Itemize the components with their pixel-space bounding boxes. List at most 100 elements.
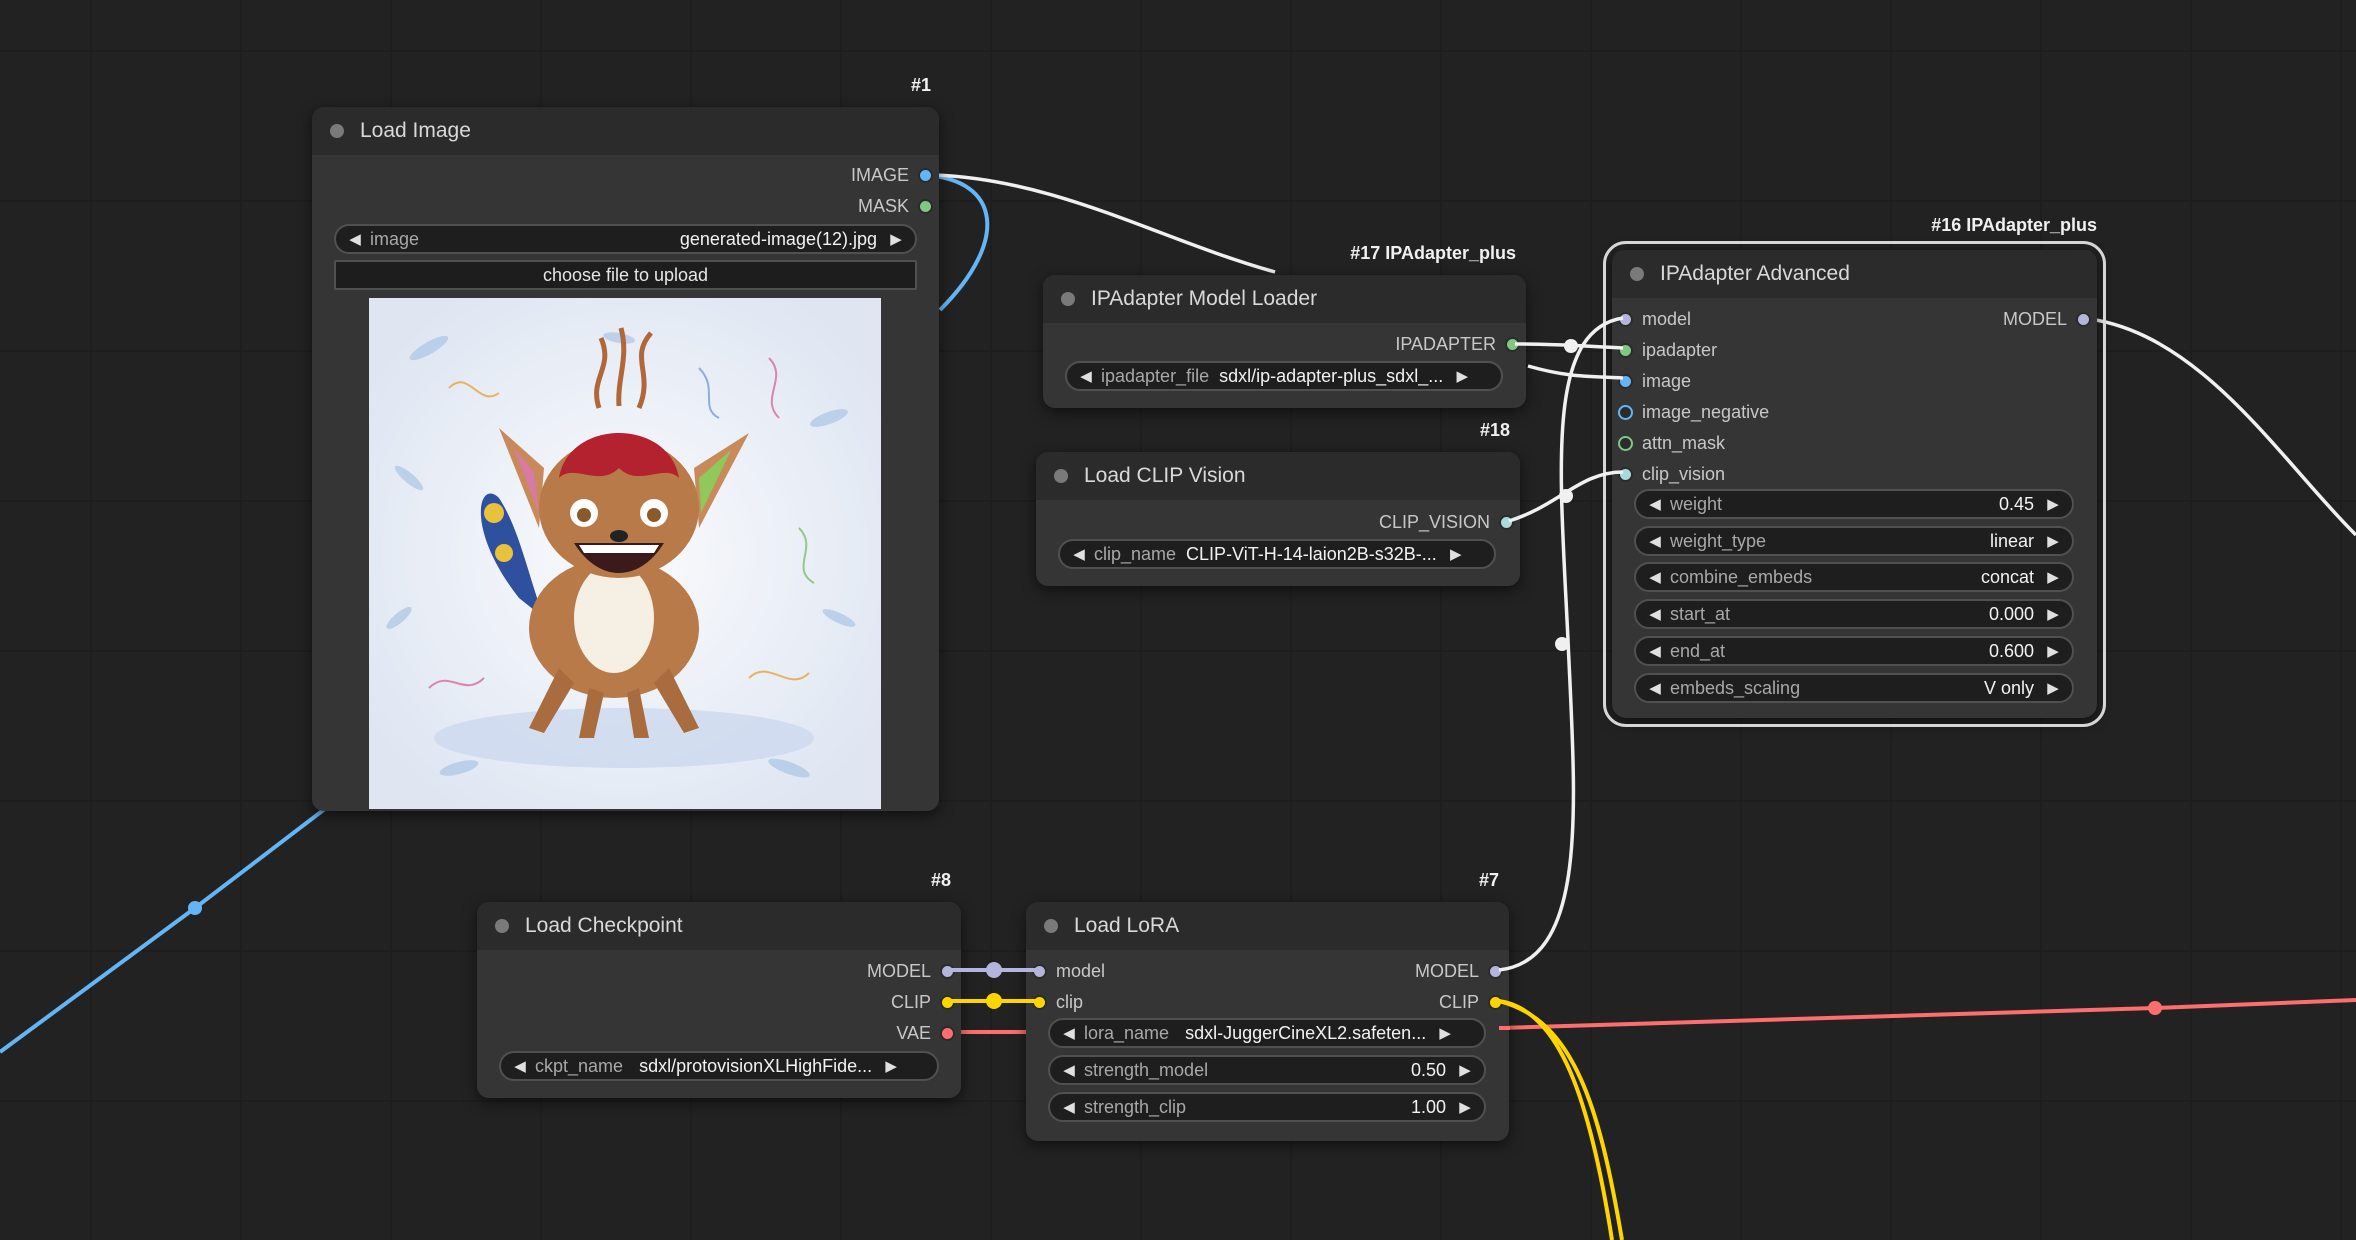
lora-name-widget[interactable]: ◀ lora_name sdxl-JuggerCineXL2.safeten..… (1048, 1018, 1486, 1048)
input-ipadapter-slot[interactable] (1618, 343, 1633, 358)
output-clip-vision-slot[interactable] (1499, 515, 1514, 530)
widget-value: 0.50 (1410, 1059, 1446, 1080)
input-image-slot[interactable] (1618, 374, 1633, 389)
widget-label: ckpt_name (535, 1055, 624, 1076)
widget-value: CLIP-ViT-H-14-laion2B-s32B-... (1186, 543, 1437, 564)
output-clip-slot[interactable] (940, 995, 955, 1010)
choose-file-button[interactable]: choose file to upload (334, 260, 917, 290)
strength-clip-widget[interactable]: ◀ strength_clip 1.00 ▶ (1048, 1092, 1486, 1122)
input-model-slot[interactable] (1618, 312, 1633, 327)
node-title: IPAdapter Advanced (1660, 262, 1850, 285)
node-load-checkpoint[interactable]: #8 Load Checkpoint MODEL CLIP VAE ◀ ckpt… (477, 870, 961, 1098)
start-at-widget[interactable]: ◀ start_at 0.000 ▶ (1634, 599, 2074, 629)
node-load-lora[interactable]: #7 Load LoRA model clip MODEL CLIP ◀ lor… (1026, 870, 1509, 1141)
weight-type-widget[interactable]: ◀ weight_type linear ▶ (1634, 526, 2074, 556)
node-header[interactable]: Load Image (312, 107, 939, 155)
input-model-label: model (1056, 961, 1106, 981)
widget-label: start_at (1670, 603, 1731, 624)
increment-arrow-icon[interactable]: ▶ (2044, 605, 2062, 623)
input-model-slot[interactable] (1032, 964, 1047, 979)
output-model-slot[interactable] (2076, 312, 2091, 327)
node-load-clip-vision[interactable]: #18 Load CLIP Vision CLIP_VISION ◀ clip_… (1036, 420, 1520, 586)
node-load-image[interactable]: #1 Load Image IMAGE MASK ◀ image generat… (312, 75, 939, 811)
node-header[interactable]: Load Checkpoint (477, 902, 961, 950)
decrement-arrow-icon[interactable]: ◀ (1070, 545, 1088, 563)
wire-lora-model-up (1498, 316, 1624, 972)
decrement-arrow-icon[interactable]: ◀ (1646, 642, 1664, 660)
decrement-arrow-icon[interactable]: ◀ (1060, 1061, 1078, 1079)
wire-model-out (2081, 316, 2356, 537)
collapse-dot-icon[interactable] (495, 919, 509, 933)
output-vae-slot[interactable] (940, 1026, 955, 1041)
increment-arrow-icon[interactable]: ▶ (1453, 367, 1471, 385)
node-title: Load Image (360, 119, 471, 142)
decrement-arrow-icon[interactable]: ◀ (1646, 495, 1664, 513)
decrement-arrow-icon[interactable]: ◀ (1646, 679, 1664, 697)
node-header[interactable]: IPAdapter Advanced (1612, 250, 2097, 298)
widget-label: ipadapter_file (1101, 365, 1210, 386)
decrement-arrow-icon[interactable]: ◀ (511, 1057, 529, 1075)
node-ipadapter-model-loader[interactable]: #17 IPAdapter_plus IPAdapter Model Loade… (1043, 243, 1526, 408)
collapse-dot-icon[interactable] (1044, 919, 1058, 933)
combine-embeds-widget[interactable]: ◀ combine_embeds concat ▶ (1634, 562, 2074, 592)
wire-midpoint (986, 993, 1002, 1009)
output-clip-slot[interactable] (1488, 995, 1503, 1010)
output-ipadapter-slot[interactable] (1505, 337, 1520, 352)
output-clip-label: CLIP (890, 992, 931, 1012)
decrement-arrow-icon[interactable]: ◀ (1060, 1098, 1078, 1116)
increment-arrow-icon[interactable]: ▶ (2044, 532, 2062, 550)
decrement-arrow-icon[interactable]: ◀ (346, 230, 364, 248)
output-model-slot[interactable] (940, 964, 955, 979)
weight-widget[interactable]: ◀ weight 0.45 ▶ (1634, 489, 2074, 519)
image-preview (369, 298, 881, 809)
collapse-dot-icon[interactable] (1630, 267, 1644, 281)
wire-image-left (0, 803, 332, 1054)
input-clip-vision-slot[interactable] (1618, 467, 1633, 482)
ckpt-name-widget[interactable]: ◀ ckpt_name sdxl/protovisionXLHighFide..… (499, 1051, 939, 1081)
output-image-slot[interactable] (918, 168, 933, 183)
embeds-scaling-widget[interactable]: ◀ embeds_scaling V only ▶ (1634, 673, 2074, 703)
collapse-dot-icon[interactable] (330, 124, 344, 138)
increment-arrow-icon[interactable]: ▶ (1456, 1061, 1474, 1079)
increment-arrow-icon[interactable]: ▶ (2044, 495, 2062, 513)
image-combo-widget[interactable]: ◀ image generated-image(12).jpg ▶ (334, 224, 917, 254)
widget-value: concat (1980, 566, 2034, 587)
increment-arrow-icon[interactable]: ▶ (882, 1057, 900, 1075)
ipadapter-file-widget[interactable]: ◀ ipadapter_file sdxl/ip-adapter-plus_sd… (1065, 361, 1503, 391)
output-vae-label: VAE (896, 1023, 931, 1043)
decrement-arrow-icon[interactable]: ◀ (1077, 367, 1095, 385)
end-at-widget[interactable]: ◀ end_at 0.600 ▶ (1634, 636, 2074, 666)
input-attn-mask-slot[interactable] (1618, 436, 1633, 451)
increment-arrow-icon[interactable]: ▶ (2044, 568, 2062, 586)
clip-name-widget[interactable]: ◀ clip_name CLIP-ViT-H-14-laion2B-s32B-.… (1058, 539, 1496, 569)
output-model-slot[interactable] (1488, 964, 1503, 979)
node-title: IPAdapter Model Loader (1091, 287, 1318, 310)
output-image-label: IMAGE (850, 165, 909, 185)
collapse-dot-icon[interactable] (1061, 292, 1075, 306)
widget-value: 0.45 (1998, 493, 2034, 514)
decrement-arrow-icon[interactable]: ◀ (1646, 568, 1664, 586)
increment-arrow-icon[interactable]: ▶ (1456, 1098, 1474, 1116)
input-clip-slot[interactable] (1032, 995, 1047, 1010)
decrement-arrow-icon[interactable]: ◀ (1060, 1024, 1078, 1042)
decrement-arrow-icon[interactable]: ◀ (1646, 532, 1664, 550)
increment-arrow-icon[interactable]: ▶ (1447, 545, 1465, 563)
widget-value: V only (1983, 677, 2034, 698)
output-mask-slot[interactable] (918, 199, 933, 214)
decrement-arrow-icon[interactable]: ◀ (1646, 605, 1664, 623)
wire-clip-vision (1508, 470, 1624, 523)
wire-midpoint (1555, 637, 1569, 651)
increment-arrow-icon[interactable]: ▶ (2044, 642, 2062, 660)
collapse-dot-icon[interactable] (1054, 469, 1068, 483)
increment-arrow-icon[interactable]: ▶ (1436, 1024, 1454, 1042)
node-header[interactable]: Load CLIP Vision (1036, 452, 1520, 500)
input-image-negative-slot[interactable] (1618, 405, 1633, 420)
node-title: Load Checkpoint (525, 914, 683, 937)
strength-model-widget[interactable]: ◀ strength_model 0.50 ▶ (1048, 1055, 1486, 1085)
node-header[interactable]: Load LoRA (1026, 902, 1509, 950)
node-header[interactable]: IPAdapter Model Loader (1043, 275, 1526, 323)
node-ipadapter-advanced[interactable]: #16 IPAdapter_plus IPAdapter Advanced mo… (1603, 215, 2106, 727)
increment-arrow-icon[interactable]: ▶ (887, 230, 905, 248)
increment-arrow-icon[interactable]: ▶ (2044, 679, 2062, 697)
input-image-label: image (1642, 371, 1692, 391)
